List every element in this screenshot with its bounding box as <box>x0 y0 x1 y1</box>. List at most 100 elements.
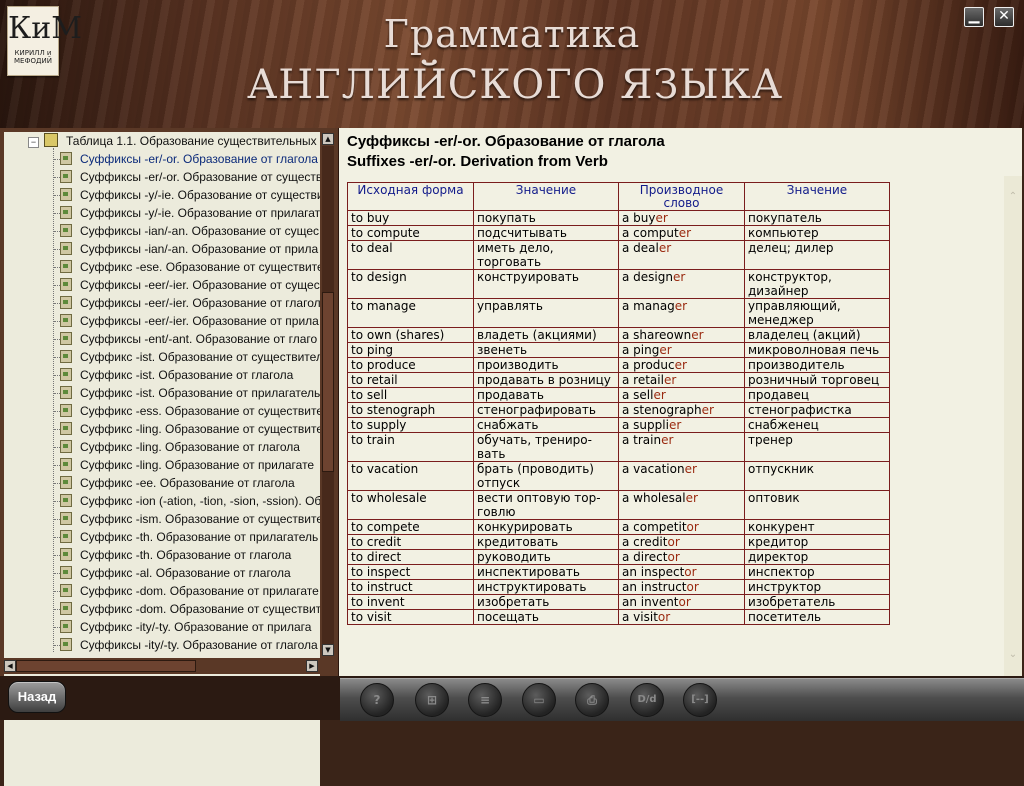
tree-item[interactable]: Суффикс -al. Образование от глагола <box>54 564 291 582</box>
derived-stem: a credit <box>622 535 668 549</box>
tree-item[interactable]: Суффикс -th. Образование от прилагатель <box>54 528 319 546</box>
derived-stem: a retail <box>622 373 664 387</box>
scroll-right-arrow[interactable]: ▶ <box>306 660 318 672</box>
derived-suffix: er <box>672 270 686 284</box>
back-button[interactable]: Назад <box>8 681 66 713</box>
tree-item[interactable]: Суффикс -ism. Образование от существите <box>54 510 320 528</box>
document-icon <box>60 260 72 273</box>
cell-derived-word: a creditor <box>618 534 745 550</box>
derived-stem: a manag <box>622 299 675 313</box>
cell-derived-word: a computer <box>618 225 745 241</box>
table-row: to deal иметь дело, торговать a dealer деле… <box>347 240 890 270</box>
tree-item[interactable]: Суффиксы -ian/-an. Образование от сущес <box>54 222 319 240</box>
tree-item[interactable]: Суффикс -ling. Образование от прилагате <box>54 456 314 474</box>
print-icon[interactable]: ⎙ <box>575 683 609 717</box>
derived-suffix: er <box>668 418 682 432</box>
tree-item[interactable]: Суффиксы -ity/-ty. Образование от глагол… <box>54 636 318 654</box>
document-icon <box>60 242 72 255</box>
tree-item[interactable]: Суффиксы -y/-ie. Образование от существи <box>54 186 320 204</box>
derived-stem: a train <box>622 433 662 447</box>
cell-source-meaning: конкурировать <box>473 519 619 535</box>
hscroll-thumb[interactable] <box>16 660 196 672</box>
document-icon <box>60 296 72 309</box>
bracket-icon[interactable]: [--] <box>683 683 717 717</box>
tree-item-label: Суффикс -ity/-ty. Образование от прилага <box>80 620 312 634</box>
list-icon[interactable]: ≡ <box>468 683 502 717</box>
document-icon <box>60 638 72 651</box>
tree-item[interactable]: Суффиксы -eer/-ier. Образование от глаго… <box>54 294 320 312</box>
app-header: КиМ КИРИЛЛ и МЕФОДИЙ Грамматика АНГЛИЙСК… <box>0 0 1024 128</box>
tree-item[interactable]: Суффикс -dom. Образование от существит <box>54 600 320 618</box>
close-button[interactable]: ✕ <box>994 7 1014 27</box>
derived-stem: an instruct <box>622 580 687 594</box>
tree-item-label: Суффикс -th. Образование от прилагатель <box>80 530 319 544</box>
document-icon <box>60 314 72 327</box>
tree-item-label: Суффикс -ese. Образование от существите <box>80 260 320 274</box>
minimize-button[interactable]: ▁ <box>964 7 984 27</box>
document-icon <box>60 458 72 471</box>
column-header-derived-meaning: Значение <box>744 182 890 211</box>
content-heading-ru: Суффиксы -er/-or. Образование от глагола <box>347 133 665 150</box>
scroll-left-arrow[interactable]: ◀ <box>4 660 16 672</box>
tree-item[interactable]: Суффиксы -eer/-ier. Образование от прила <box>54 312 319 330</box>
content-scrollbar[interactable]: ⌃ ⌄ <box>1004 176 1022 676</box>
cell-derived-meaning: делец; дилер <box>744 240 890 270</box>
scroll-thumb[interactable] <box>322 292 334 472</box>
content-scroll-down-arrow[interactable]: ⌄ <box>1007 650 1019 660</box>
tree-item[interactable]: Суффиксы -ent/-ant. Образование от глаго <box>54 330 317 348</box>
derived-stem: a stenograph <box>622 403 702 417</box>
tree-item[interactable]: Суффикс -ity/-ty. Образование от прилага <box>54 618 312 636</box>
content-scroll-up-arrow[interactable]: ⌃ <box>1007 192 1019 202</box>
dictionary-icon[interactable]: D/d <box>630 683 664 717</box>
tree-item[interactable]: Суффикс -ese. Образование от существите <box>54 258 320 276</box>
scroll-down-arrow[interactable]: ▼ <box>322 644 334 656</box>
cell-derived-word: an inventor <box>618 594 745 610</box>
document-icon <box>60 476 72 489</box>
structure-icon[interactable]: ⊞ <box>415 683 449 717</box>
cell-source-form: to own (shares) <box>347 327 474 343</box>
tree-item[interactable]: Суффикс -dom. Образование от прилагате <box>54 582 319 600</box>
tree-item[interactable]: Суффиксы -er/-or. Образование от глагола <box>54 150 318 168</box>
tree-item[interactable]: Суффикс -ist. Образование от прилагатель <box>54 384 320 402</box>
document-icon <box>60 152 72 165</box>
document-icon <box>60 206 72 219</box>
scroll-up-arrow[interactable]: ▲ <box>322 133 334 145</box>
document-icon <box>60 584 72 597</box>
tree-root-item[interactable]: − Таблица 1.1. Образование существительны… <box>28 132 320 150</box>
derived-stem: a comput <box>622 226 679 240</box>
tree-item[interactable]: Суффикс -ist. Образование от существител <box>54 348 320 366</box>
help-icon[interactable]: ? <box>360 683 394 717</box>
tree-item-label: Суффикс -ist. Образование от прилагатель <box>80 386 320 400</box>
screen-icon[interactable]: ▭ <box>522 683 556 717</box>
cell-derived-word: an inspector <box>618 564 745 580</box>
tree-item[interactable]: Суффиксы -er/-or. Образование от существ <box>54 168 320 186</box>
derived-stem: a produc <box>622 358 675 372</box>
content-area: Суффиксы -er/-or. Образование от глагола… <box>339 128 1022 676</box>
cell-derived-word: a designer <box>618 269 745 299</box>
cell-source-form: to instruct <box>347 579 474 595</box>
tree-item[interactable]: Суффикс -ist. Образование от глагола <box>54 366 293 384</box>
tree-item[interactable]: Суффикс -th. Образование от глагола <box>54 546 291 564</box>
cell-derived-meaning: тренер <box>744 432 890 462</box>
tree-item-label: Суффикс -ion (-ation, -tion, -sion, -ssi… <box>80 494 320 508</box>
tree-item[interactable]: Суффиксы -eer/-ier. Образование от сущес <box>54 276 320 294</box>
cell-source-meaning: звенеть <box>473 342 619 358</box>
derived-suffix: er <box>658 241 672 255</box>
collapse-icon[interactable]: − <box>28 137 39 148</box>
tree-item[interactable]: Суффиксы -ian/-an. Образование от прила <box>54 240 318 258</box>
tree-item[interactable]: Суффикс -ess. Образование от существите <box>54 402 320 420</box>
tree-vertical-scrollbar[interactable]: ▲ ▼ <box>320 132 336 658</box>
cell-source-meaning: владеть (акциями) <box>473 327 619 343</box>
tree-item[interactable]: Суффиксы -y/-ie. Образование от прилагат <box>54 204 320 222</box>
cell-derived-word: a stenographer <box>618 402 745 418</box>
cell-source-meaning: инструктировать <box>473 579 619 595</box>
derived-suffix: er <box>685 491 698 505</box>
tree-horizontal-scrollbar[interactable]: ◀ ▶ <box>4 658 320 674</box>
tree-item[interactable]: Суффикс -ion (-ation, -tion, -sion, -ssi… <box>54 492 320 510</box>
tree-item-label: Суффиксы -eer/-ier. Образование от прила <box>80 314 319 328</box>
tree-item[interactable]: Суффикс -ling. Образование от глагола <box>54 438 300 456</box>
tree-item-label: Суффикс -ism. Образование от существите <box>80 512 320 526</box>
cell-derived-meaning: конструктор, дизайнер <box>744 269 890 299</box>
tree-item[interactable]: Суффикс -ling. Образование от существите <box>54 420 320 438</box>
tree-item[interactable]: Суффикс -ee. Образование от глагола <box>54 474 295 492</box>
